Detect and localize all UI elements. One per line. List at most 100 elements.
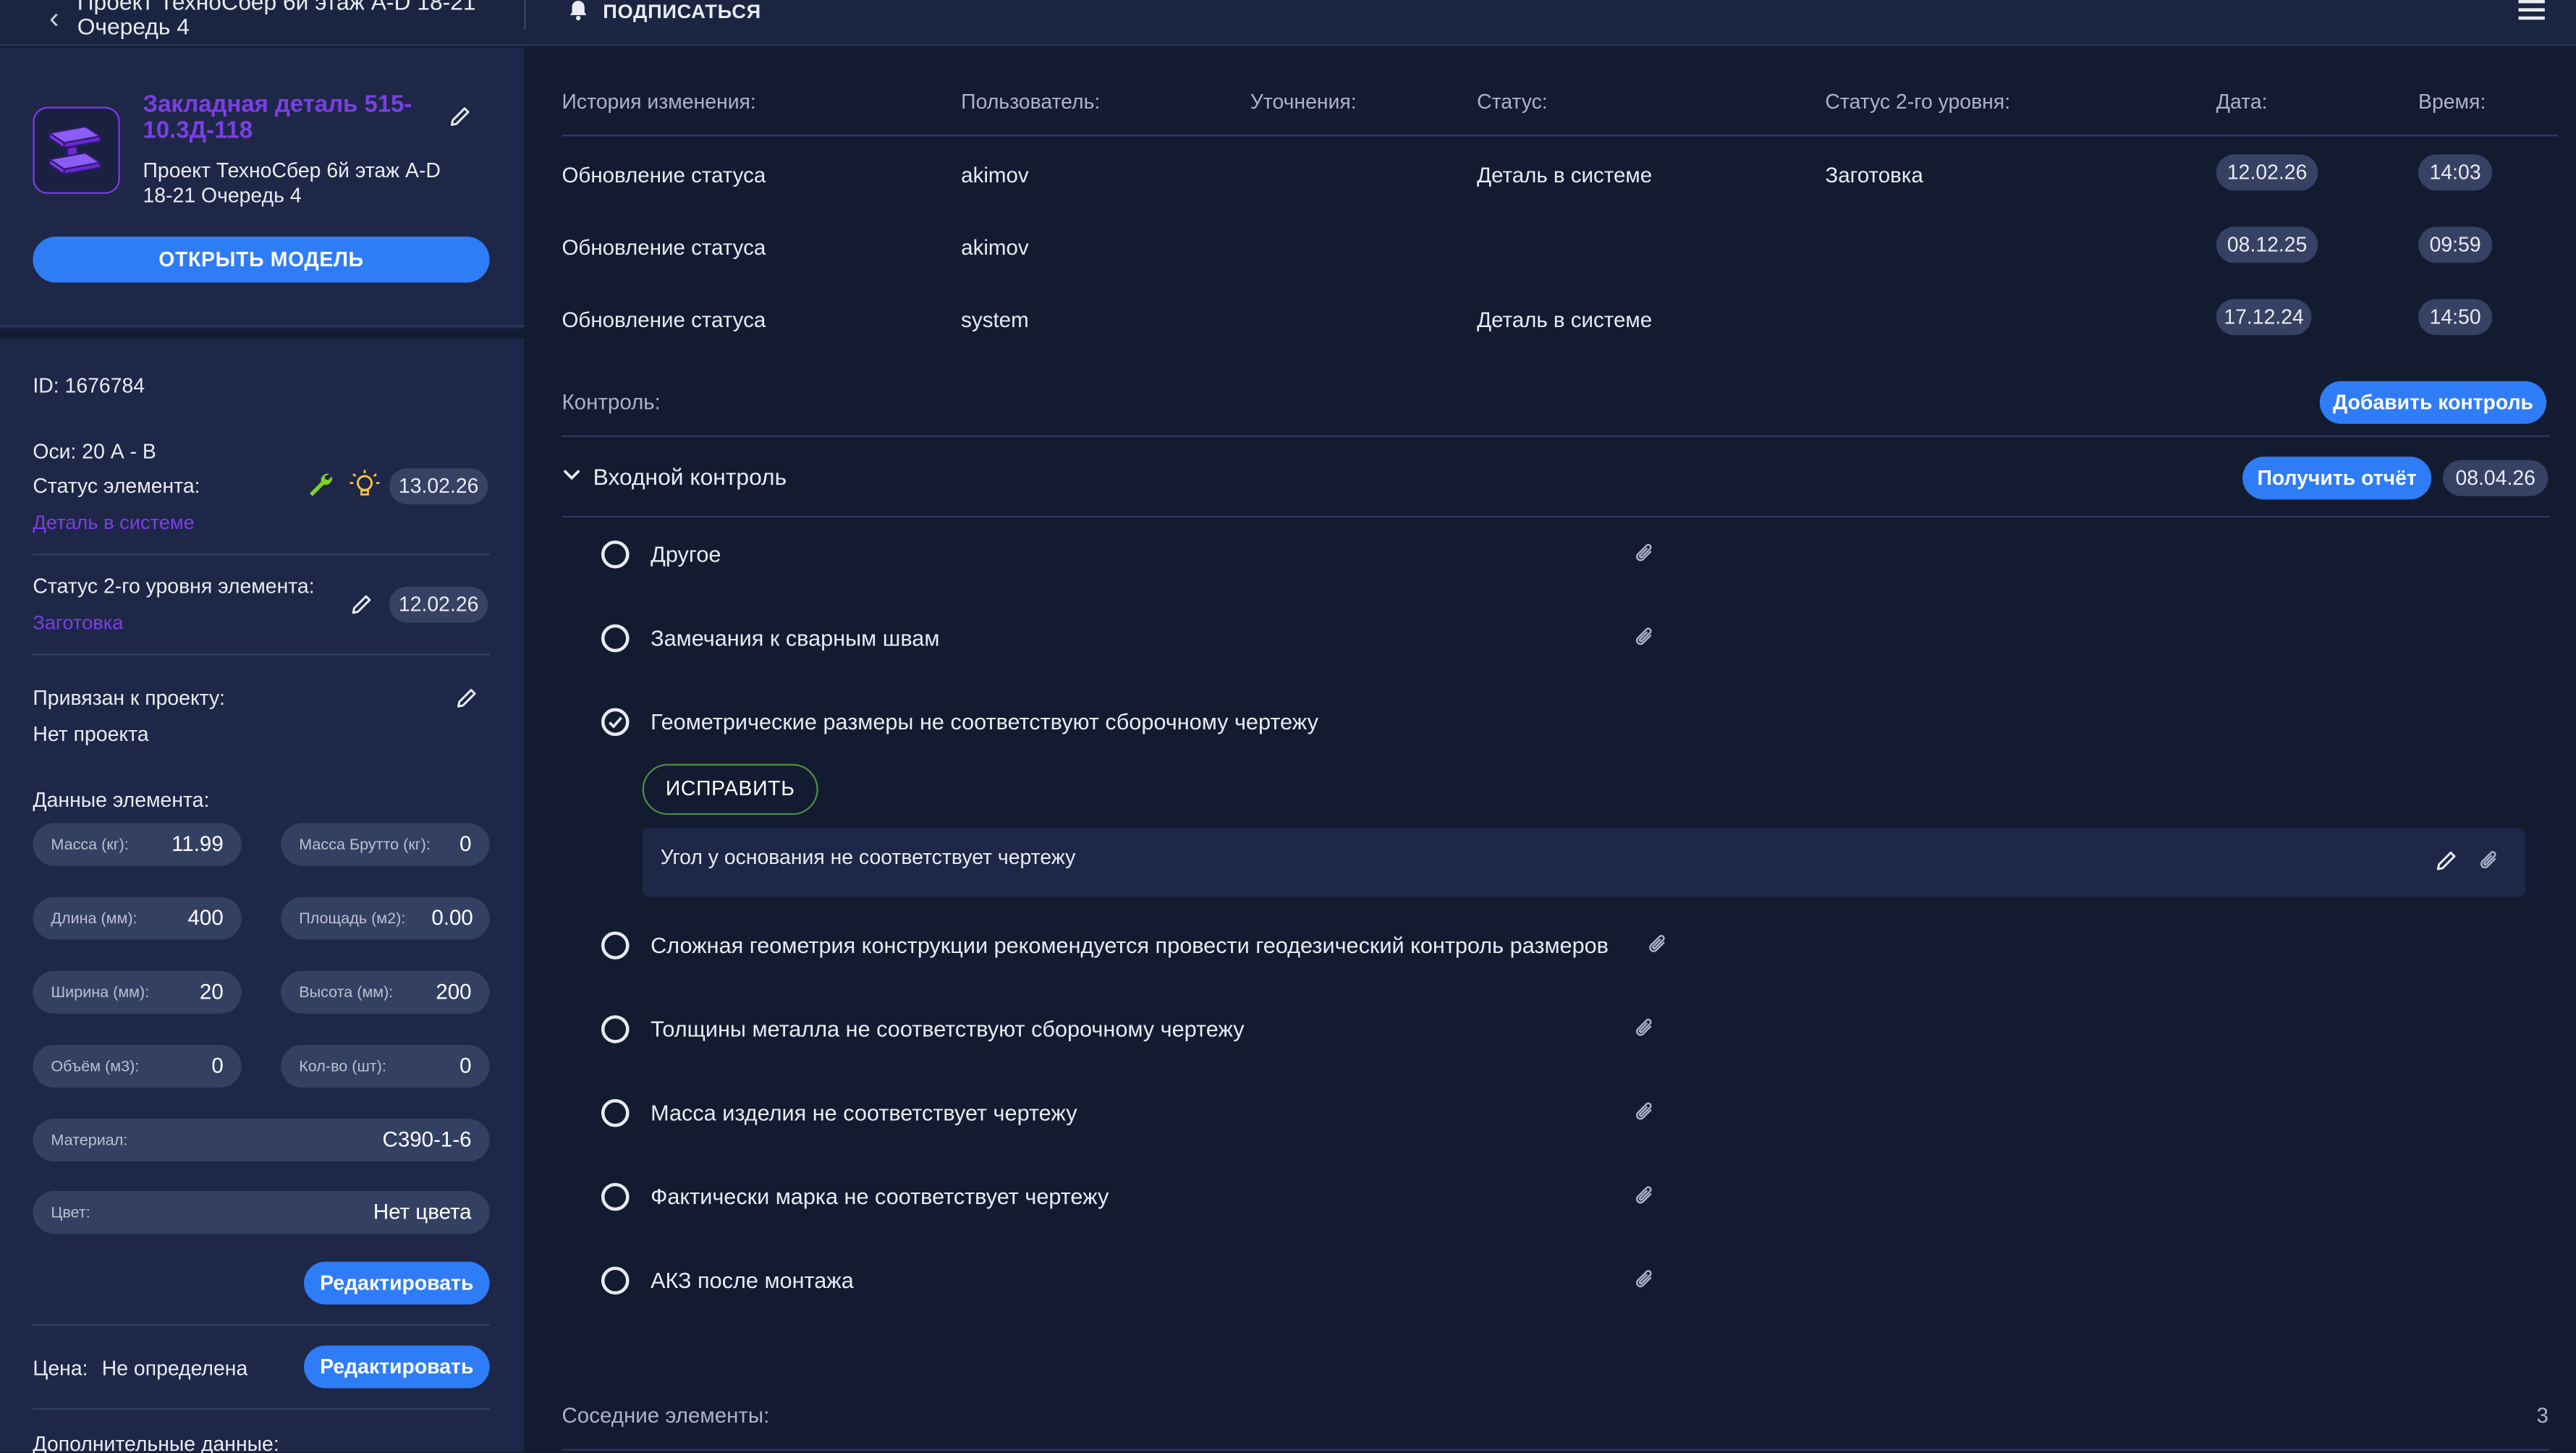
hamburger-menu-icon[interactable] bbox=[2518, 0, 2545, 22]
history-user: akimov bbox=[961, 234, 1029, 260]
history-change: Обновление статуса bbox=[562, 162, 766, 187]
add-control-button[interactable]: Добавить контроль bbox=[2319, 381, 2547, 424]
field-mass[interactable]: Масса (кг): 11.99 bbox=[33, 823, 242, 866]
divider bbox=[562, 1449, 2550, 1451]
field-value: 0.00 bbox=[431, 905, 473, 931]
field-value: С390-1-6 bbox=[382, 1127, 472, 1152]
history-user: akimov bbox=[961, 162, 1029, 187]
field-gross-mass[interactable]: Масса Брутто (кг): 0 bbox=[281, 823, 490, 866]
paperclip-icon[interactable] bbox=[1646, 933, 1669, 957]
field-value: 400 bbox=[187, 905, 224, 931]
status-value[interactable]: Деталь в системе bbox=[33, 511, 194, 534]
pencil-icon[interactable] bbox=[449, 105, 472, 128]
control-item: АКЗ после монтажа bbox=[651, 1268, 854, 1293]
project-title: Проект ТехноСбер 6й этаж A-D 18-21 Очере… bbox=[77, 0, 476, 40]
fix-button[interactable]: ИСПРАВИТЬ bbox=[642, 763, 818, 816]
field-value: 0 bbox=[459, 831, 472, 856]
radio-button[interactable] bbox=[601, 931, 630, 960]
status2-label: Статус 2-го уровня элемента: bbox=[33, 575, 315, 598]
paperclip-icon[interactable] bbox=[1633, 1268, 1656, 1292]
col-header-status: Статус: bbox=[1477, 90, 1548, 114]
control-item: Фактически марка не соответствует чертеж… bbox=[651, 1184, 1109, 1210]
paperclip-icon[interactable] bbox=[1633, 1185, 1656, 1208]
field-key: Кол-во (шт): bbox=[299, 1058, 386, 1077]
divider bbox=[33, 1407, 490, 1410]
divider bbox=[33, 653, 490, 656]
main-panel: История изменения: Пользователь: Уточнен… bbox=[524, 47, 2576, 1453]
control-label: Контроль: bbox=[562, 389, 661, 415]
extra-data-label: Дополнительные данные: bbox=[33, 1432, 279, 1453]
element-card: Закладная деталь 515-10.3Д-118 Проект Те… bbox=[0, 47, 525, 327]
field-material[interactable]: Материал: С390-1-6 bbox=[33, 1119, 490, 1162]
chevron-down-icon[interactable] bbox=[562, 467, 581, 483]
field-key: Масса Брутто (кг): bbox=[299, 836, 431, 855]
field-key: Масса (кг): bbox=[51, 836, 129, 855]
field-height[interactable]: Высота (мм): 200 bbox=[281, 970, 490, 1014]
paperclip-icon[interactable] bbox=[1633, 1017, 1656, 1040]
wrench-icon[interactable] bbox=[305, 470, 335, 499]
field-key: Высота (мм): bbox=[299, 983, 394, 1002]
field-width[interactable]: Ширина (мм): 20 bbox=[33, 970, 242, 1014]
field-quantity[interactable]: Кол-во (шт): 0 bbox=[281, 1044, 490, 1088]
history-change: Обновление статуса bbox=[562, 234, 766, 260]
bell-icon[interactable] bbox=[569, 0, 588, 22]
history-date: 12.02.26 bbox=[2216, 154, 2318, 191]
field-area[interactable]: Площадь (м2): 0.00 bbox=[281, 897, 490, 940]
edit-data-button[interactable]: Редактировать bbox=[304, 1261, 490, 1305]
col-header-time: Время: bbox=[2418, 90, 2486, 114]
field-value: 0 bbox=[459, 1053, 472, 1078]
field-key: Площадь (м2): bbox=[299, 910, 406, 928]
control-item: Замечания к сварным швам bbox=[651, 626, 940, 651]
paperclip-icon[interactable] bbox=[2478, 850, 2501, 873]
bound-value: Нет проекта bbox=[33, 722, 149, 746]
history-date: 08.12.25 bbox=[2216, 226, 2318, 263]
radio-button[interactable] bbox=[601, 624, 630, 653]
edit-price-button[interactable]: Редактировать bbox=[304, 1345, 490, 1389]
control-item: Масса изделия не соответствует чертежу bbox=[651, 1101, 1077, 1126]
section-title[interactable]: Входной контроль bbox=[593, 463, 787, 489]
pencil-icon[interactable] bbox=[350, 593, 373, 617]
history-time: 09:59 bbox=[2418, 226, 2493, 263]
get-report-button[interactable]: Получить отчёт bbox=[2242, 457, 2432, 500]
neighbors-count: 3 bbox=[2536, 1402, 2549, 1428]
history-status: Деталь в системе bbox=[1477, 162, 1653, 187]
field-value: 0 bbox=[211, 1053, 224, 1078]
beam-thumbnail[interactable] bbox=[33, 106, 120, 194]
top-bar: ‹ Проект ТехноСбер 6й этаж A-D 18-21 Оче… bbox=[0, 0, 2576, 46]
checkmark-icon bbox=[609, 716, 623, 729]
pencil-icon[interactable] bbox=[2435, 850, 2458, 873]
status2-value[interactable]: Заготовка bbox=[33, 611, 123, 635]
field-key: Объём (м3): bbox=[51, 1058, 140, 1077]
pencil-icon[interactable] bbox=[455, 687, 478, 710]
control-item: Сложная геометрия конструкции рекомендуе… bbox=[651, 933, 1609, 958]
status-date: 13.02.26 bbox=[389, 468, 488, 505]
radio-button[interactable] bbox=[601, 540, 630, 569]
history-time: 14:50 bbox=[2418, 299, 2493, 336]
radio-checked[interactable] bbox=[601, 708, 630, 737]
field-length[interactable]: Длина (мм): 400 bbox=[33, 897, 242, 940]
history-status: Деталь в системе bbox=[1477, 307, 1653, 332]
field-volume[interactable]: Объём (м3): 0 bbox=[33, 1044, 242, 1088]
divider bbox=[33, 554, 490, 556]
field-value: 20 bbox=[199, 979, 224, 1004]
open-model-button[interactable]: ОТКРЫТЬ МОДЕЛЬ bbox=[33, 236, 490, 283]
radio-button[interactable] bbox=[601, 1182, 630, 1211]
field-color[interactable]: Цвет: Нет цвета bbox=[33, 1191, 490, 1234]
data-label: Данные элемента: bbox=[33, 788, 210, 812]
lightbulb-icon[interactable] bbox=[348, 468, 381, 501]
field-key: Материал: bbox=[51, 1132, 128, 1151]
radio-button[interactable] bbox=[601, 1098, 630, 1127]
i-beam-icon bbox=[47, 125, 103, 176]
history-change: Обновление статуса bbox=[562, 307, 766, 332]
element-axes: Оси: 20 А - В bbox=[33, 440, 156, 464]
neighbors-label[interactable]: Соседние элементы: bbox=[562, 1403, 769, 1428]
chevron-left-icon[interactable]: ‹ bbox=[49, 4, 59, 33]
paperclip-icon[interactable] bbox=[1633, 542, 1656, 565]
radio-button[interactable] bbox=[601, 1266, 630, 1295]
divider bbox=[562, 135, 2559, 137]
note-box: Угол у основания не соответствует чертеж… bbox=[642, 828, 2525, 897]
paperclip-icon[interactable] bbox=[1633, 1101, 1656, 1124]
subscribe-button[interactable]: ПОДПИСАТЬСЯ bbox=[603, 0, 761, 23]
paperclip-icon[interactable] bbox=[1633, 626, 1656, 649]
radio-button[interactable] bbox=[601, 1015, 630, 1043]
